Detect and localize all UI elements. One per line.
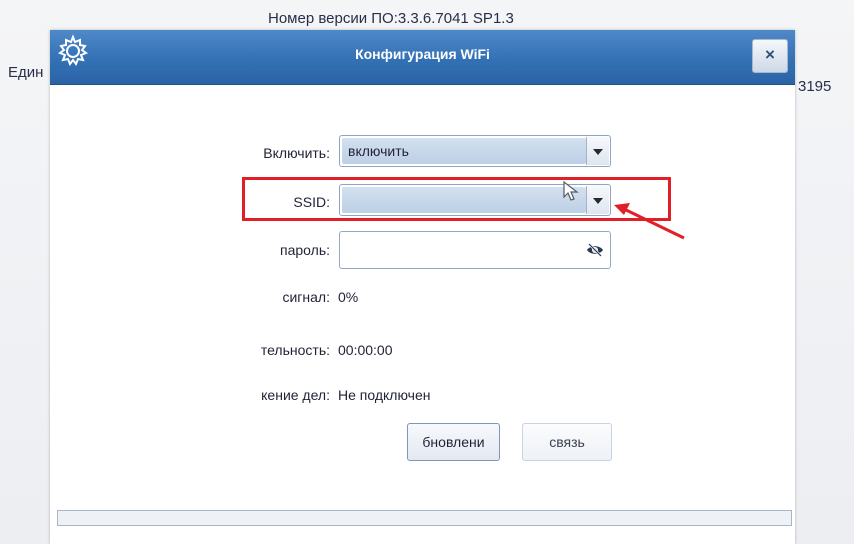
red-arrow-icon bbox=[614, 203, 685, 240]
refresh-button[interactable]: бновлени bbox=[407, 423, 500, 461]
dialog-titlebar: Конфигурация WiFi × bbox=[50, 30, 795, 85]
signal-value: 0% bbox=[338, 289, 359, 305]
close-icon: × bbox=[765, 45, 775, 64]
dialog-bottom-bar bbox=[57, 510, 792, 526]
close-button[interactable]: × bbox=[752, 39, 788, 73]
status-label: кение дел: bbox=[261, 387, 330, 403]
chevron-down-icon[interactable] bbox=[586, 137, 609, 165]
connect-button[interactable]: связь bbox=[522, 423, 612, 461]
wifi-config-dialog: Конфигурация WiFi × bbox=[50, 30, 795, 544]
background-version-text: Номер версии ПО:3.3.6.7041 SP1.3 bbox=[268, 10, 514, 27]
signal-label: сигнал: bbox=[282, 289, 330, 305]
duration-label: тельность: bbox=[260, 342, 330, 358]
background-right-text: 3195 bbox=[798, 78, 832, 95]
password-input[interactable] bbox=[339, 231, 611, 269]
password-label: пароль: bbox=[280, 242, 330, 258]
enable-label: Включить: bbox=[263, 145, 330, 161]
duration-value: 00:00:00 bbox=[338, 342, 393, 358]
screen-background: Номер версии ПО:3.3.6.7041 SP1.3 Един 31… bbox=[0, 0, 854, 544]
enable-select-value: включить bbox=[348, 143, 409, 159]
dialog-title: Конфигурация WiFi bbox=[355, 46, 490, 62]
enable-select-field: включить bbox=[342, 138, 586, 164]
enable-select[interactable]: включить bbox=[339, 135, 611, 167]
background-left-text: Един bbox=[8, 64, 44, 81]
status-value: Не подключен bbox=[338, 387, 431, 403]
